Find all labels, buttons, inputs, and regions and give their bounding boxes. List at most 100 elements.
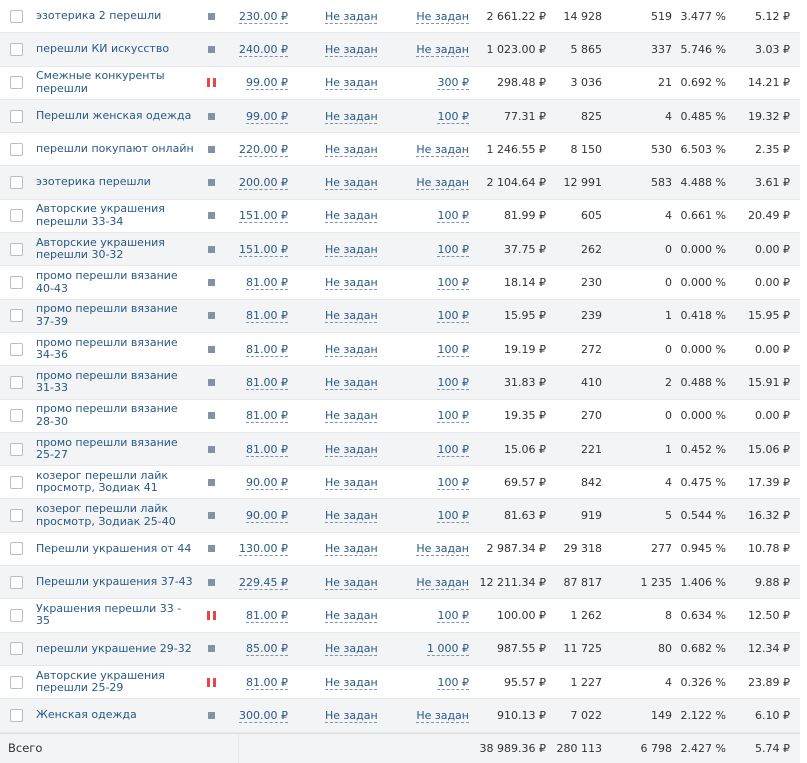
- pause-icon[interactable]: [205, 67, 217, 99]
- day-limit-link[interactable]: Не задан: [325, 309, 378, 322]
- bid-link[interactable]: 230.00 ₽: [239, 10, 288, 23]
- total-limit-link[interactable]: Не задан: [416, 709, 469, 722]
- total-limit-link[interactable]: 100 ₽: [438, 309, 470, 322]
- active-status-icon[interactable]: [205, 433, 217, 465]
- checkbox-box[interactable]: [10, 9, 23, 23]
- checkbox-box[interactable]: [10, 76, 23, 90]
- total-limit-link[interactable]: Не задан: [416, 542, 469, 555]
- total-limit-link[interactable]: 100 ₽: [438, 476, 470, 489]
- day-limit-link[interactable]: Не задан: [325, 443, 378, 456]
- bid-link[interactable]: 90.00 ₽: [246, 476, 288, 489]
- row-checkbox[interactable]: [10, 33, 24, 65]
- day-limit-link[interactable]: Не задан: [325, 76, 378, 89]
- checkbox-box[interactable]: [10, 42, 23, 56]
- bid-link[interactable]: 90.00 ₽: [246, 509, 288, 522]
- day-limit-link[interactable]: Не задан: [325, 243, 378, 256]
- row-checkbox[interactable]: [10, 366, 24, 398]
- active-status-icon[interactable]: [205, 233, 217, 265]
- row-checkbox[interactable]: [10, 166, 24, 198]
- row-checkbox[interactable]: [10, 533, 24, 565]
- active-status-icon[interactable]: [205, 266, 217, 298]
- row-checkbox[interactable]: [10, 666, 24, 698]
- checkbox-box[interactable]: [10, 475, 23, 489]
- bid-link[interactable]: 229.45 ₽: [239, 576, 288, 589]
- bid-link[interactable]: 240.00 ₽: [239, 43, 288, 56]
- active-status-icon[interactable]: [205, 300, 217, 332]
- row-checkbox[interactable]: [10, 133, 24, 165]
- checkbox-box[interactable]: [10, 409, 23, 423]
- total-limit-link[interactable]: 100 ₽: [438, 609, 470, 622]
- row-checkbox[interactable]: [10, 100, 24, 132]
- total-limit-link[interactable]: 300 ₽: [438, 76, 470, 89]
- day-limit-link[interactable]: Не задан: [325, 642, 378, 655]
- day-limit-link[interactable]: Не задан: [325, 143, 378, 156]
- row-checkbox[interactable]: [10, 699, 24, 731]
- checkbox-box[interactable]: [10, 542, 23, 556]
- active-status-icon[interactable]: [205, 166, 217, 198]
- total-limit-link[interactable]: 100 ₽: [438, 443, 470, 456]
- pause-icon[interactable]: [205, 599, 217, 631]
- row-checkbox[interactable]: [10, 499, 24, 531]
- total-limit-link[interactable]: Не задан: [416, 176, 469, 189]
- day-limit-link[interactable]: Не задан: [325, 509, 378, 522]
- active-status-icon[interactable]: [205, 499, 217, 531]
- active-status-icon[interactable]: [205, 699, 217, 731]
- total-limit-link[interactable]: 100 ₽: [438, 243, 470, 256]
- bid-link[interactable]: 85.00 ₽: [246, 642, 288, 655]
- total-limit-link[interactable]: 100 ₽: [438, 209, 470, 222]
- total-limit-link[interactable]: 100 ₽: [438, 343, 470, 356]
- checkbox-box[interactable]: [10, 309, 23, 323]
- checkbox-box[interactable]: [10, 442, 23, 456]
- total-limit-link[interactable]: 100 ₽: [438, 276, 470, 289]
- row-checkbox[interactable]: [10, 67, 24, 99]
- checkbox-box[interactable]: [10, 242, 23, 256]
- checkbox-box[interactable]: [10, 342, 23, 356]
- checkbox-box[interactable]: [10, 375, 23, 389]
- day-limit-link[interactable]: Не задан: [325, 576, 378, 589]
- checkbox-box[interactable]: [10, 675, 23, 689]
- checkbox-box[interactable]: [10, 642, 23, 656]
- day-limit-link[interactable]: Не задан: [325, 476, 378, 489]
- bid-link[interactable]: 300.00 ₽: [239, 709, 288, 722]
- row-checkbox[interactable]: [10, 300, 24, 332]
- bid-link[interactable]: 130.00 ₽: [239, 542, 288, 555]
- checkbox-box[interactable]: [10, 608, 23, 622]
- bid-link[interactable]: 99.00 ₽: [246, 76, 288, 89]
- bid-link[interactable]: 81.00 ₽: [246, 376, 288, 389]
- total-limit-link[interactable]: 100 ₽: [438, 110, 470, 123]
- bid-link[interactable]: 81.00 ₽: [246, 309, 288, 322]
- bid-link[interactable]: 99.00 ₽: [246, 110, 288, 123]
- day-limit-link[interactable]: Не задан: [325, 209, 378, 222]
- row-checkbox[interactable]: [10, 466, 24, 498]
- day-limit-link[interactable]: Не задан: [325, 409, 378, 422]
- active-status-icon[interactable]: [205, 33, 217, 65]
- active-status-icon[interactable]: [205, 333, 217, 365]
- row-checkbox[interactable]: [10, 400, 24, 432]
- checkbox-box[interactable]: [10, 509, 23, 523]
- checkbox-box[interactable]: [10, 176, 23, 190]
- bid-link[interactable]: 151.00 ₽: [239, 243, 288, 256]
- active-status-icon[interactable]: [205, 400, 217, 432]
- total-limit-link[interactable]: 100 ₽: [438, 676, 470, 689]
- row-checkbox[interactable]: [10, 566, 24, 598]
- active-status-icon[interactable]: [205, 466, 217, 498]
- total-limit-link[interactable]: 100 ₽: [438, 509, 470, 522]
- row-checkbox[interactable]: [10, 0, 24, 32]
- day-limit-link[interactable]: Не задан: [325, 676, 378, 689]
- total-limit-link[interactable]: Не задан: [416, 143, 469, 156]
- checkbox-box[interactable]: [10, 209, 23, 223]
- bid-link[interactable]: 151.00 ₽: [239, 209, 288, 222]
- active-status-icon[interactable]: [205, 633, 217, 665]
- day-limit-link[interactable]: Не задан: [325, 110, 378, 123]
- day-limit-link[interactable]: Не задан: [325, 10, 378, 23]
- total-limit-link[interactable]: Не задан: [416, 576, 469, 589]
- bid-link[interactable]: 81.00 ₽: [246, 343, 288, 356]
- row-checkbox[interactable]: [10, 266, 24, 298]
- total-limit-link[interactable]: Не задан: [416, 10, 469, 23]
- active-status-icon[interactable]: [205, 533, 217, 565]
- bid-link[interactable]: 81.00 ₽: [246, 609, 288, 622]
- bid-link[interactable]: 81.00 ₽: [246, 276, 288, 289]
- pause-icon[interactable]: [205, 666, 217, 698]
- active-status-icon[interactable]: [205, 366, 217, 398]
- bid-link[interactable]: 220.00 ₽: [239, 143, 288, 156]
